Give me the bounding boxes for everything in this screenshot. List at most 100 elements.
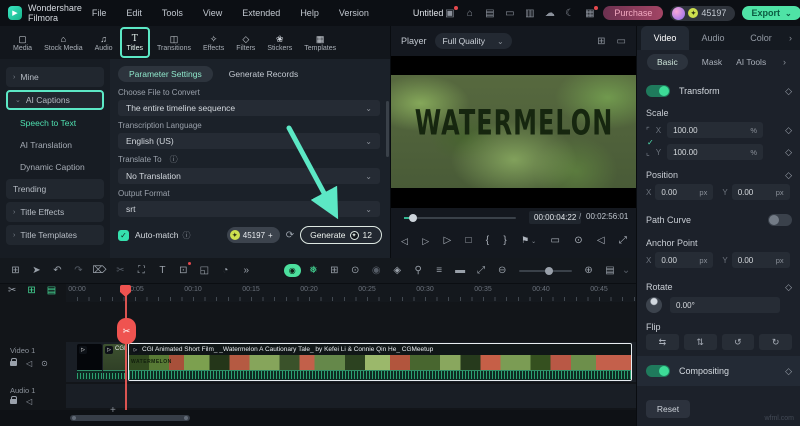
tab-transitions[interactable]: ◫Transitions [152, 27, 196, 58]
grid-view-icon[interactable]: ⊞ [597, 36, 605, 47]
shield-icon[interactable]: ◈ [387, 259, 408, 283]
tab-color[interactable]: Color [737, 26, 785, 50]
tab-media[interactable]: ▢Media [8, 27, 37, 58]
transform-toggle[interactable] [646, 85, 670, 97]
menu-extended[interactable]: Extended [232, 8, 290, 18]
scale-y-input[interactable]: 100.00% [667, 144, 763, 160]
reset-button[interactable]: Reset [646, 400, 690, 418]
subtitle-list-icon[interactable]: ≡ [429, 259, 450, 283]
quality-select[interactable]: Full Quality⌄ [435, 33, 512, 49]
sidebar-item-title-templates[interactable]: ›Title Templates [6, 225, 104, 245]
track-list-icon[interactable]: ▤ [47, 285, 56, 296]
text-tool-icon[interactable]: T [152, 259, 173, 283]
previous-frame-button[interactable]: ◁ [401, 234, 408, 248]
snapshot-button[interactable]: ⊙ [574, 234, 582, 248]
menu-version[interactable]: Version [329, 8, 379, 18]
tab-stickers[interactable]: ❀Stickers [262, 27, 297, 58]
split-icon[interactable]: ✂ [110, 259, 131, 283]
rotate-ccw-button[interactable]: ↺ [722, 334, 755, 350]
sidebar-item-speech-to-text[interactable]: Speech to Text [20, 113, 104, 132]
seek-slider[interactable] [404, 217, 516, 219]
dual-screen-button[interactable]: ▭ [550, 234, 559, 248]
menu-help[interactable]: Help [290, 8, 329, 18]
subtab-ai-tools[interactable]: AI Tools [736, 57, 766, 67]
tab-titles[interactable]: TTitles [120, 27, 150, 58]
voiceover-icon[interactable]: ⚲ [408, 259, 429, 283]
timeline-ruler[interactable]: 00:00 00:05 00:10 00:15 00:20 00:25 00:3… [66, 284, 636, 302]
sidebar-item-mine[interactable]: ›Mine [6, 67, 104, 87]
lock-track-icon[interactable] [10, 399, 17, 404]
cloud-upload-icon[interactable]: ☁ [543, 7, 556, 20]
delete-icon[interactable]: ⌦ [89, 259, 110, 283]
pointer-tool-icon[interactable]: ➤ [26, 259, 47, 283]
motion-track-icon[interactable]: ⊙ [345, 259, 366, 283]
share-icon[interactable]: ⌂ [463, 7, 476, 20]
horizontal-scrollbar[interactable] [70, 415, 190, 421]
timeline-clip[interactable]: ▷ CGI... [103, 344, 127, 380]
export-button[interactable]: Export ⌄ [742, 6, 800, 20]
marker-button[interactable]: ⚑⌄ [521, 233, 536, 249]
tab-stock-media[interactable]: ⌂Stock Media [39, 27, 88, 58]
subtab-basic[interactable]: Basic [647, 54, 688, 70]
zoom-out-icon[interactable]: ⊖ [492, 259, 513, 283]
auto-ripple-icon[interactable]: ⊞ [27, 285, 35, 296]
undo-icon[interactable]: ↶ [47, 259, 68, 283]
sidebar-item-ai-captions[interactable]: ⌄AI Captions [6, 90, 104, 110]
compositing-toggle[interactable] [646, 365, 670, 377]
next-frame-button[interactable]: ▷ [422, 234, 429, 248]
playhead-cut-button[interactable]: ✂ [117, 318, 136, 344]
sidebar-item-title-effects[interactable]: ›Title Effects [6, 202, 104, 222]
tab-audio-props[interactable]: Audio [689, 26, 737, 50]
render-preview-icon[interactable]: ◉ [366, 259, 387, 283]
fullscreen-button[interactable]: ⤢ [619, 234, 627, 248]
mute-track-icon[interactable]: ◁ [26, 397, 32, 406]
anchor-y-input[interactable]: 0.00px [732, 252, 790, 268]
tab-generate-records[interactable]: Generate Records [229, 66, 298, 82]
chevron-right-icon[interactable]: › [783, 57, 790, 67]
mask-tool-icon[interactable]: ◱ [194, 259, 215, 283]
rotate-input[interactable]: 0.00° [670, 297, 780, 313]
mark-out-button[interactable]: } [503, 234, 506, 248]
menu-view[interactable]: View [193, 8, 232, 18]
track-height-icon[interactable]: ▤ [599, 259, 621, 283]
redo-icon[interactable]: ↷ [68, 259, 89, 283]
timeline-clip-selected[interactable]: ▷ CGI Animated Short Film_ _Watermelon A… [128, 343, 632, 381]
keyframe-icon[interactable]: ◇ [785, 366, 792, 377]
backup-icon[interactable]: ▥ [523, 7, 536, 20]
add-clip-icon[interactable]: ⊞ [324, 259, 345, 283]
tab-templates[interactable]: ▦Templates [299, 27, 341, 58]
crop-icon[interactable]: ⛶ [131, 259, 152, 283]
keyframe-icon[interactable]: ◇ [785, 170, 792, 181]
track-manager-icon[interactable]: ⊞ [5, 259, 26, 283]
scale-x-input[interactable]: 100.00% [667, 122, 763, 138]
keyframe-icon[interactable]: ◇ [785, 147, 792, 158]
theme-icon[interactable]: ☾ [563, 7, 576, 20]
chevron-right-icon[interactable]: › [789, 33, 796, 43]
tab-parameter-settings[interactable]: Parameter Settings [118, 66, 213, 82]
timeline-clip[interactable]: ▷ [77, 344, 102, 380]
tab-effects[interactable]: ✧Effects [198, 27, 229, 58]
generate-button[interactable]: Generate ✦ 12 [300, 226, 382, 244]
tab-audio[interactable]: ♫Audio [90, 27, 118, 58]
gift-icon[interactable]: ▣ [443, 7, 456, 20]
clapperboard-icon[interactable]: ▬ [450, 259, 471, 283]
account-coin-pill[interactable]: ✦ 45197 [670, 6, 735, 21]
speed-tool-icon[interactable]: ◔ [215, 259, 236, 283]
anchor-x-input[interactable]: 0.00px [655, 252, 713, 268]
tab-video[interactable]: Video [641, 26, 689, 50]
freeze-frame-icon[interactable]: ❅ [303, 259, 324, 283]
rotate-cw-button[interactable]: ↻ [759, 334, 792, 350]
menu-edit[interactable]: Edit [116, 8, 152, 18]
auto-match-checkbox[interactable]: ✓ [118, 230, 129, 241]
qr-code-icon[interactable]: ▦ [583, 7, 596, 20]
keyframe-icon[interactable]: ◇ [785, 86, 792, 97]
hide-track-icon[interactable]: ⊙ [41, 359, 48, 368]
flip-vertical-button[interactable]: ⇅ [684, 334, 717, 350]
stop-button[interactable]: □ [465, 234, 471, 248]
keyframe-icon[interactable]: ◇ [785, 282, 792, 293]
lock-track-icon[interactable] [10, 361, 17, 366]
menu-tools[interactable]: Tools [152, 8, 193, 18]
scopes-icon[interactable]: ▭ [617, 36, 626, 47]
form-scrollbar[interactable] [386, 101, 389, 157]
path-curve-toggle[interactable] [768, 214, 792, 226]
